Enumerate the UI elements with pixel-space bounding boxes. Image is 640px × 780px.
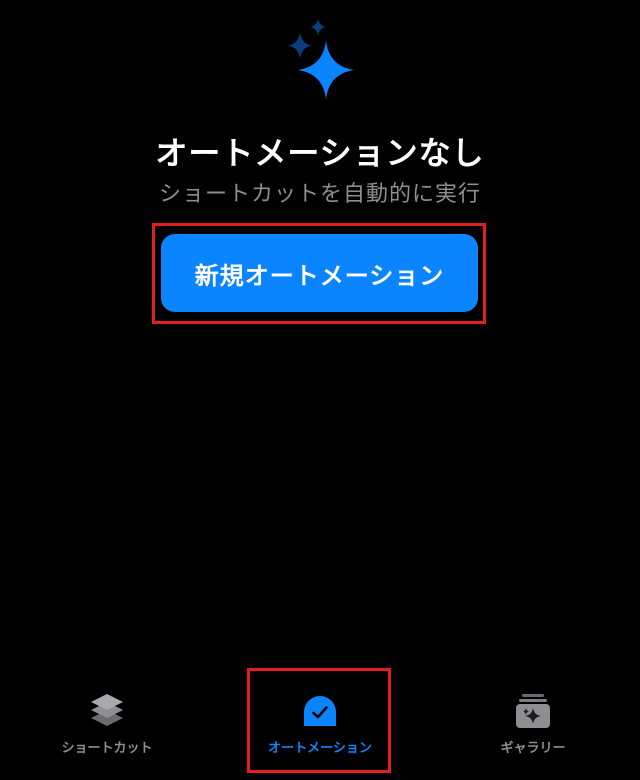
annotation-box-new-automation	[152, 223, 486, 324]
annotation-box-automation-tab	[247, 668, 391, 773]
empty-state-subtitle: ショートカットを自動的に実行	[158, 182, 481, 207]
tab-shortcuts[interactable]: ショートカット	[27, 680, 187, 770]
empty-state-title: オートメーションなし	[155, 134, 485, 172]
tab-label-shortcuts: ショートカット	[61, 741, 153, 756]
tab-gallery[interactable]: ギャラリー	[453, 680, 613, 770]
layers-icon	[91, 694, 123, 726]
sparkles-icon	[288, 18, 354, 100]
medium-sparkle-left	[288, 32, 312, 59]
gallery-stack-icon	[516, 694, 550, 728]
tab-label-gallery: ギャラリー	[500, 741, 566, 756]
small-sparkle-top	[310, 18, 326, 36]
large-sparkle	[298, 40, 354, 100]
